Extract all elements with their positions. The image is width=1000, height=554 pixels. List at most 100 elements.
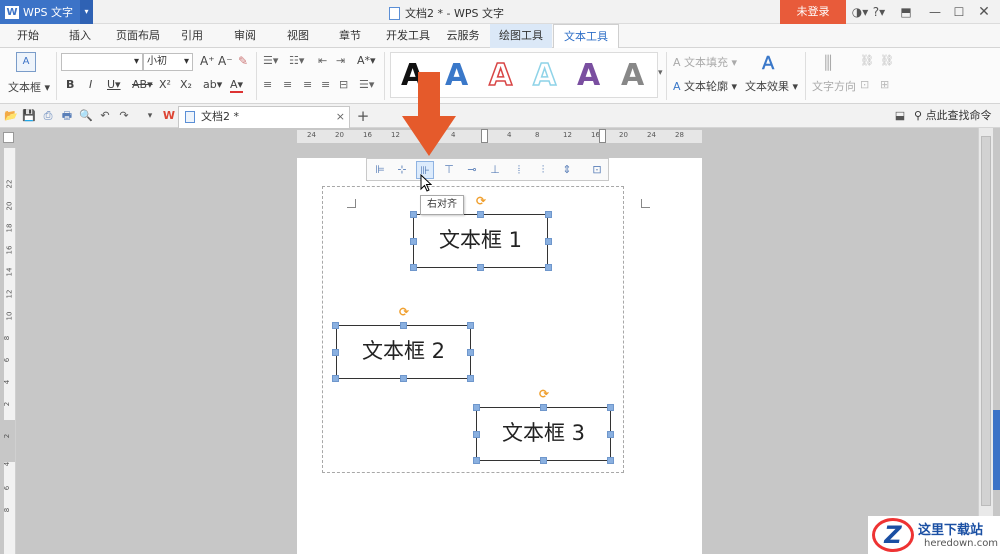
resize-handle[interactable] xyxy=(540,404,547,411)
close-icon[interactable]: ✕ xyxy=(974,0,994,24)
style-purple[interactable]: A xyxy=(577,53,600,99)
bullet-list-icon[interactable]: ☰▾ xyxy=(263,54,278,67)
resize-handle[interactable] xyxy=(467,349,474,356)
rotate-text-icon[interactable]: ⊡ xyxy=(860,78,869,91)
tab-page-layout[interactable]: 页面布局 xyxy=(110,24,166,48)
export-pdf-icon[interactable]: ⎙ xyxy=(41,109,55,123)
italic-icon[interactable]: I xyxy=(89,78,92,91)
resize-handle[interactable] xyxy=(332,349,339,356)
close-tab-icon[interactable]: × xyxy=(336,107,345,127)
strikethrough-icon[interactable]: AB▾ xyxy=(132,78,153,91)
tab-cloud[interactable]: 云服务 xyxy=(440,24,486,48)
restore-ribbon-icon[interactable]: ⬒ xyxy=(896,0,916,24)
maximize-icon[interactable]: ☐ xyxy=(950,0,968,24)
font-size-select[interactable]: 小初 ▾ xyxy=(143,53,193,71)
fit-text-icon[interactable]: ⊞ xyxy=(880,78,889,91)
align-left-icon[interactable]: ⊫ xyxy=(371,161,389,179)
tab-review[interactable]: 审阅 xyxy=(225,24,265,48)
subscript-icon[interactable]: X₂ xyxy=(180,78,192,91)
increase-indent-icon[interactable]: ⇥ xyxy=(336,54,345,67)
resize-handle[interactable] xyxy=(332,375,339,382)
tab-start[interactable]: 开始 xyxy=(8,24,48,48)
resize-handle[interactable] xyxy=(473,431,480,438)
line-spacing-icon[interactable]: ☰▾ xyxy=(359,78,374,91)
clear-format-icon[interactable]: ✎ xyxy=(238,54,248,68)
font-color-icon[interactable]: A▾ xyxy=(230,78,244,93)
open-icon[interactable]: 📂 xyxy=(4,109,18,123)
indent-marker[interactable] xyxy=(481,129,488,143)
minimize-icon[interactable]: — xyxy=(926,0,944,24)
resize-handle[interactable] xyxy=(545,264,552,271)
save-icon[interactable]: 💾 xyxy=(22,109,36,123)
resize-handle[interactable] xyxy=(540,457,547,464)
textbox-2[interactable]: 文本框 2 xyxy=(336,325,471,379)
text-outline-button[interactable]: A 文本轮廓 ▾ xyxy=(673,78,737,94)
tab-view[interactable]: 视图 xyxy=(278,24,318,48)
tab-insert[interactable]: 插入 xyxy=(60,24,100,48)
tab-references[interactable]: 引用 xyxy=(172,24,212,48)
undo-icon[interactable]: ↶ xyxy=(98,109,112,123)
font-name-select[interactable]: ▾ xyxy=(61,53,143,71)
distribute-icon[interactable]: ⊟ xyxy=(339,78,348,91)
ruler-corner-icon[interactable] xyxy=(3,132,14,143)
print-icon[interactable]: 🖶 xyxy=(60,109,74,123)
wps-home-icon[interactable]: W xyxy=(162,109,176,123)
app-menu-button[interactable]: W WPS 文字 ▾ xyxy=(0,0,93,24)
align-top-icon[interactable]: ⊤ xyxy=(440,161,458,179)
textbox-3[interactable]: 文本框 3 xyxy=(476,407,611,461)
equal-spacing-icon[interactable]: ⇕ xyxy=(558,161,576,179)
align-center-icon[interactable]: ≡ xyxy=(283,78,292,91)
login-button[interactable]: 未登录 xyxy=(780,0,846,24)
text-direction-button[interactable]: 文字方向 xyxy=(812,78,856,94)
resize-handle[interactable] xyxy=(467,322,474,329)
pin-icon[interactable]: ⬓ xyxy=(893,109,907,123)
skin-icon[interactable]: ◑▾ xyxy=(850,0,870,24)
resize-handle[interactable] xyxy=(477,211,484,218)
align-left-icon[interactable]: ≡ xyxy=(263,78,272,91)
decrease-indent-icon[interactable]: ⇤ xyxy=(318,54,327,67)
vertical-scrollbar[interactable] xyxy=(978,128,993,554)
redo-icon[interactable]: ↷ xyxy=(117,109,131,123)
rotate-handle-icon[interactable]: ⟳ xyxy=(475,195,487,207)
tab-drawing-tools[interactable]: 绘图工具 xyxy=(490,24,552,48)
grow-font-icon[interactable]: A⁺ xyxy=(200,54,215,68)
textbox-button[interactable]: 文本框 ▾ xyxy=(8,79,50,95)
superscript-icon[interactable]: X² xyxy=(159,78,171,91)
resize-handle[interactable] xyxy=(410,211,417,218)
resize-handle[interactable] xyxy=(400,322,407,329)
gallery-more-icon[interactable]: ▾ xyxy=(658,68,663,78)
app-menu-caret-icon[interactable]: ▾ xyxy=(80,0,93,24)
resize-handle[interactable] xyxy=(473,457,480,464)
tab-developer[interactable]: 开发工具 xyxy=(380,24,436,48)
justify-icon[interactable]: ≡ xyxy=(321,78,330,91)
text-format-icon[interactable]: A*▾ xyxy=(357,54,376,67)
print-preview-icon[interactable]: 🔍 xyxy=(79,109,93,123)
resize-handle[interactable] xyxy=(410,238,417,245)
resize-handle[interactable] xyxy=(545,211,552,218)
resize-handle[interactable] xyxy=(607,431,614,438)
align-right-icon[interactable]: ≡ xyxy=(303,78,312,91)
align-center-horizontal-icon[interactable]: ⊹ xyxy=(393,161,411,179)
distribute-vertical-icon[interactable]: ⫶ xyxy=(534,161,552,179)
numbered-list-icon[interactable]: ☷▾ xyxy=(289,54,304,67)
tab-text-tools[interactable]: 文本工具 xyxy=(553,24,619,49)
rotate-handle-icon[interactable]: ⟳ xyxy=(538,388,550,400)
tab-section[interactable]: 章节 xyxy=(330,24,370,48)
resize-handle[interactable] xyxy=(607,404,614,411)
help-icon[interactable]: ?▾ xyxy=(870,0,888,24)
resize-handle[interactable] xyxy=(607,457,614,464)
unlink-icon[interactable]: ⛓ xyxy=(880,54,894,67)
customize-chevron-down-icon[interactable]: ▾ xyxy=(143,109,157,123)
resize-handle[interactable] xyxy=(473,404,480,411)
text-fill-button[interactable]: A 文本填充 ▾ xyxy=(673,54,737,70)
horizontal-ruler[interactable]: 24 20 16 12 8 4 4 8 12 16 20 24 28 xyxy=(297,129,702,143)
resize-handle[interactable] xyxy=(545,238,552,245)
vertical-ruler[interactable]: 22 20 18 16 14 12 10 8 6 4 2 2 4 6 8 xyxy=(3,148,16,554)
underline-icon[interactable]: U▾ xyxy=(107,78,121,91)
right-indent-marker[interactable] xyxy=(599,129,606,143)
highlight-icon[interactable]: ab▾ xyxy=(203,78,222,91)
align-bottom-icon[interactable]: ⊥ xyxy=(486,161,504,179)
style-red-outline[interactable]: A xyxy=(488,53,513,99)
command-search[interactable]: ⚲ 点此查找命令 xyxy=(914,104,992,128)
resize-handle[interactable] xyxy=(332,322,339,329)
